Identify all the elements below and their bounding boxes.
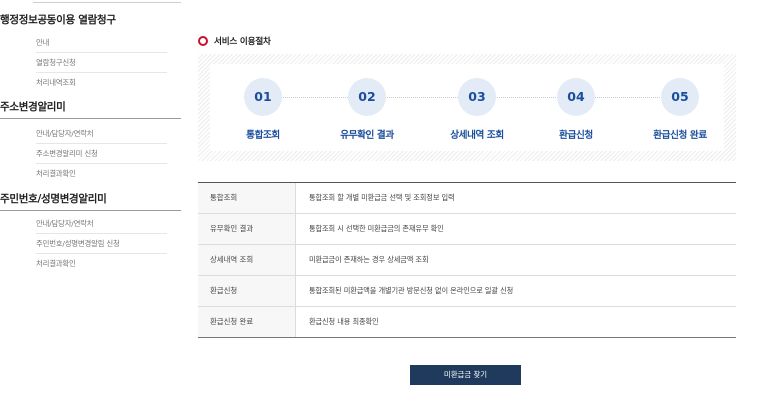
table-row-header: 환급신청 <box>198 276 296 306</box>
section-heading: 서비스 이용절차 <box>198 34 271 48</box>
table-row: 환급신청 통합조회된 미환급액을 개별기관 방문신청 없이 온라인으로 일괄 신… <box>198 276 736 307</box>
sidebar-list-address-alert: 안내/담당자/연락처 주소변경알리미 신청 처리결과확인 <box>36 124 167 183</box>
step-number: 05 <box>661 78 699 116</box>
step-label: 환급신청 완료 <box>653 130 707 141</box>
step-number: 03 <box>458 78 496 116</box>
step-2: 02 유무확인 결과 <box>317 78 417 141</box>
sidebar-heading-address-alert[interactable]: 주소변경알리미 <box>0 99 181 119</box>
section-title: 서비스 이용절차 <box>214 37 271 47</box>
sidebar-item-address-apply[interactable]: 주소변경알리미 신청 <box>36 144 167 164</box>
sidebar-list-records-request: 안내 열람청구신청 처리내역조회 <box>36 33 167 92</box>
table-row-description: 환급신청 내용 최종확인 <box>309 317 379 326</box>
step-label: 환급신청 <box>559 130 593 141</box>
find-unclaimed-refund-button[interactable]: 미환급금 찾기 <box>410 365 521 385</box>
table-row-description: 통합조회 할 개별 미환급금 선택 및 조회정보 입력 <box>309 193 455 202</box>
sidebar-top-divider <box>33 2 181 3</box>
sidebar-item-id-guide[interactable]: 안내/담당자/연락처 <box>36 214 167 234</box>
table-row: 환급신청 완료 환급신청 내용 최종확인 <box>198 307 736 338</box>
steps-description-table: 통합조회 통합조회 할 개별 미환급금 선택 및 조회정보 입력 유무확인 결과… <box>198 182 736 338</box>
table-row-header: 유무확인 결과 <box>198 214 296 244</box>
table-row-description: 통합조회된 미환급액을 개별기관 방문신청 없이 온라인으로 일괄 신청 <box>309 286 514 295</box>
step-5: 05 환급신청 완료 <box>630 78 730 141</box>
step-number: 04 <box>557 78 595 116</box>
table-row: 유무확인 결과 통합조회 시 선택한 미환급금의 존재유무 확인 <box>198 214 736 245</box>
process-steps-panel: 01 통합조회 02 유무확인 결과 03 상세내역 조회 04 환급신청 05… <box>198 54 736 161</box>
table-row-description: 통합조회 시 선택한 미환급금의 존재유무 확인 <box>309 224 444 233</box>
sidebar-item-id-apply[interactable]: 주민번호/성명변경알림 신청 <box>36 234 167 254</box>
step-1: 01 통합조회 <box>213 78 313 141</box>
table-row-description: 미환급금이 존재하는 경우 상세금액 조회 <box>309 255 429 264</box>
table-row: 통합조회 통합조회 할 개별 미환급금 선택 및 조회정보 입력 <box>198 183 736 214</box>
step-label: 통합조회 <box>246 130 280 141</box>
sidebar-item-address-result[interactable]: 처리결과확인 <box>36 164 167 183</box>
step-3: 03 상세내역 조회 <box>427 78 527 141</box>
table-row-header: 환급신청 완료 <box>198 307 296 337</box>
sidebar-list-id-name-alert: 안내/담당자/연락처 주민번호/성명변경알림 신청 처리결과확인 <box>36 214 167 273</box>
step-4: 04 환급신청 <box>526 78 626 141</box>
sidebar-heading-id-name-alert[interactable]: 주민번호/성명변경알리미 <box>0 191 181 211</box>
sidebar-item-guide[interactable]: 안내 <box>36 33 167 53</box>
step-label: 상세내역 조회 <box>450 130 504 141</box>
step-label: 유무확인 결과 <box>340 130 394 141</box>
step-number: 02 <box>348 78 386 116</box>
circle-bullet-icon <box>198 36 208 46</box>
process-steps-inner: 01 통합조회 02 유무확인 결과 03 상세내역 조회 04 환급신청 05… <box>210 64 724 151</box>
sidebar-item-id-result[interactable]: 처리결과확인 <box>36 254 167 273</box>
table-row: 상세내역 조회 미환급금이 존재하는 경우 상세금액 조회 <box>198 245 736 276</box>
step-number: 01 <box>244 78 282 116</box>
table-row-header: 상세내역 조회 <box>198 245 296 275</box>
sidebar-item-address-guide[interactable]: 안내/담당자/연락처 <box>36 124 167 144</box>
sidebar-item-request-apply[interactable]: 열람청구신청 <box>36 53 167 73</box>
sidebar-item-history[interactable]: 처리내역조회 <box>36 73 167 92</box>
sidebar-heading-records-request[interactable]: 행정정보공동이용 열람청구 <box>0 12 181 27</box>
table-row-header: 통합조회 <box>198 183 296 213</box>
